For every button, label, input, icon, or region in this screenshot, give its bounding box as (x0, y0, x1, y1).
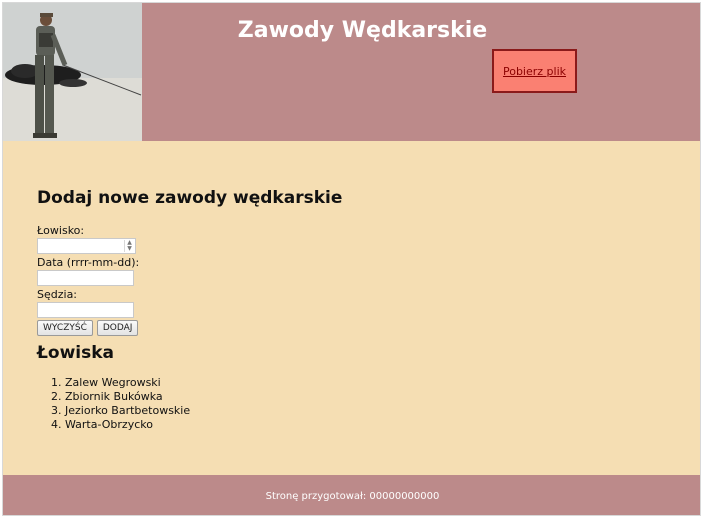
clear-button[interactable]: WYCZYŚĆ (37, 320, 93, 336)
judge-label: Sędzia: (37, 288, 78, 301)
list-item: 4. Warta-Obrzycko (51, 418, 153, 431)
list-item: 3. Jeziorko Bartbetowskie (51, 404, 191, 417)
fishery-number-input[interactable]: ▲ ▼ (37, 238, 136, 254)
spinner-icon[interactable]: ▲ ▼ (124, 240, 134, 252)
fishery-label: Łowisko: (37, 224, 85, 237)
main-content: Dodaj nowe zawody wędkarskie Łowisko: ▲ ▼… (3, 141, 700, 475)
list-item: 1. Zalew Wegrowski (51, 376, 161, 389)
footer-author: Stronę przygotował: 00000000000 (265, 490, 440, 502)
form-heading: Dodaj nowe zawody wędkarskie (37, 188, 343, 208)
footer: Stronę przygotował: 00000000000 (3, 475, 700, 515)
judge-input[interactable] (37, 302, 134, 318)
download-link[interactable]: Pobierz plik (503, 65, 566, 78)
angler-photo (3, 3, 142, 141)
header: Zawody Wędkarskie Pobierz plik (3, 3, 700, 141)
date-label: Data (rrrr-mm-dd): (37, 256, 140, 269)
date-input[interactable] (37, 270, 134, 286)
site-title: Zawody Wędkarskie (237, 18, 488, 43)
fisheries-list: 1. Zalew Wegrowski 2. Zbiornik Bukówka 3… (51, 376, 190, 432)
list-item: 2. Zbiornik Bukówka (51, 390, 163, 403)
download-box: Pobierz plik (492, 49, 577, 93)
angler-image (3, 3, 142, 141)
form-buttons: WYCZYŚĆ DODAJ (37, 320, 139, 336)
fisheries-heading: Łowiska (37, 343, 115, 363)
add-competition-form: Łowisko: ▲ ▼ Data (rrrr-mm-dd): Sędzia: W… (37, 224, 139, 336)
page-frame: Zawody Wędkarskie Pobierz plik Dodaj now… (2, 2, 701, 516)
add-button[interactable]: DODAJ (96, 320, 139, 336)
